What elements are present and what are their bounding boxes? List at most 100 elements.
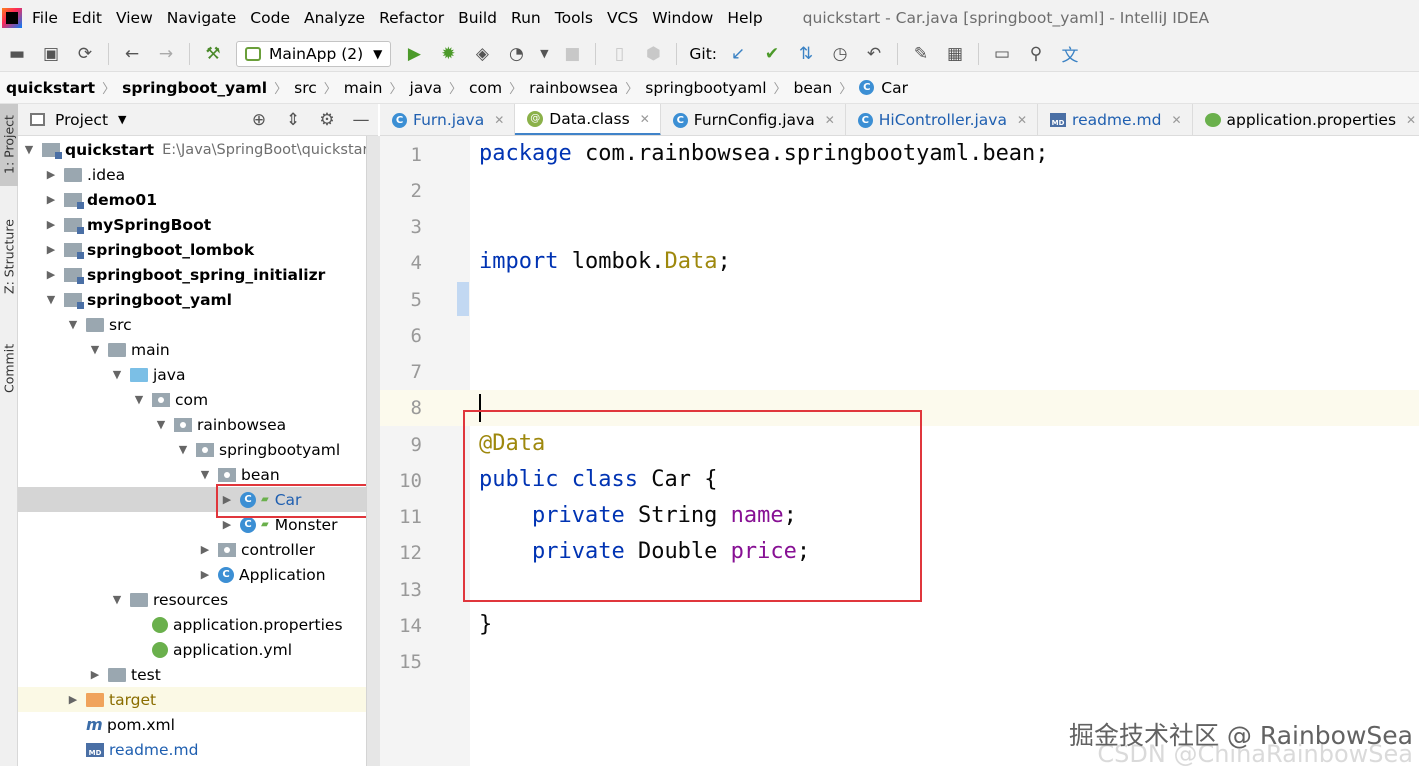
collapsed-arrow-icon[interactable]: ▶ — [44, 168, 58, 181]
menu-run[interactable]: Run — [511, 9, 541, 27]
breadcrumb-item[interactable]: bean — [794, 79, 833, 97]
breadcrumb-item[interactable]: springboot_yaml — [122, 79, 267, 97]
open-folder-icon[interactable]: ▬ — [5, 42, 29, 66]
close-icon[interactable]: ✕ — [494, 113, 504, 127]
breadcrumb-item[interactable]: main — [344, 79, 383, 97]
expanded-arrow-icon[interactable]: ▼ — [44, 293, 58, 306]
tree-item-springboot-spring-initializr[interactable]: ▶ springboot_spring_initializr — [18, 262, 378, 287]
tree-item-springboot-lombok[interactable]: ▶ springboot_lombok — [18, 237, 378, 262]
forward-arrow-icon[interactable]: → — [154, 42, 178, 66]
run-icon[interactable]: ▶ — [402, 42, 426, 66]
git-push-icon[interactable]: ⇅ — [794, 42, 818, 66]
tab-data-class[interactable]: @ Data.class ✕ — [515, 104, 661, 135]
tree-item-main[interactable]: ▼ main — [18, 337, 378, 362]
debug-bug-icon[interactable]: ✹ — [436, 42, 460, 66]
tree-item-quickstart[interactable]: ▼ quickstart E:\Java\SpringBoot\quickstar… — [18, 137, 378, 162]
tab-readme-md[interactable]: MD readme.md ✕ — [1038, 104, 1193, 135]
tree-item-com[interactable]: ▼ com — [18, 387, 378, 412]
tree-item-application-yml[interactable]: application.yml — [18, 637, 378, 662]
collapsed-arrow-icon[interactable]: ▶ — [198, 543, 212, 556]
rollback-icon[interactable]: ↶ — [862, 42, 886, 66]
close-icon[interactable]: ✕ — [1406, 113, 1416, 127]
tab-hicontroller-java[interactable]: C HiController.java ✕ — [846, 104, 1039, 135]
close-icon[interactable]: ✕ — [825, 113, 835, 127]
close-icon[interactable]: ✕ — [1017, 113, 1027, 127]
tool-tab-commit[interactable]: Commit — [0, 332, 18, 404]
tab-furn-java[interactable]: C Furn.java ✕ — [380, 104, 516, 135]
breadcrumb-item[interactable]: java — [410, 79, 442, 97]
tree-item-controller[interactable]: ▶ controller — [18, 537, 378, 562]
collapsed-arrow-icon[interactable]: ▶ — [44, 243, 58, 256]
menu-code[interactable]: Code — [250, 9, 290, 27]
translate-icon[interactable]: 文 — [1058, 42, 1082, 66]
tree-item-target[interactable]: ▶ target — [18, 687, 378, 712]
tree-item-rainbowsea[interactable]: ▼ rainbowsea — [18, 412, 378, 437]
git-commit-icon[interactable]: ✔ — [760, 42, 784, 66]
tree-item-myspringboot[interactable]: ▶ mySpringBoot — [18, 212, 378, 237]
collapsed-arrow-icon[interactable]: ▶ — [88, 668, 102, 681]
code-editor[interactable]: package com.rainbowsea.springbootyaml.be… — [463, 136, 1419, 766]
save-all-icon[interactable]: ▣ — [39, 42, 63, 66]
tree-item-application[interactable]: ▶ C Application — [18, 562, 378, 587]
menu-navigate[interactable]: Navigate — [167, 9, 237, 27]
back-arrow-icon[interactable]: ← — [120, 42, 144, 66]
presentation-icon[interactable]: ▭ — [990, 42, 1014, 66]
tree-item-application-properties[interactable]: application.properties — [18, 612, 378, 637]
close-icon[interactable]: ✕ — [1171, 113, 1181, 127]
tree-item-test[interactable]: ▶ test — [18, 662, 378, 687]
menu-edit[interactable]: Edit — [72, 9, 102, 27]
collapsed-arrow-icon[interactable]: ▶ — [44, 193, 58, 206]
expanded-arrow-icon[interactable]: ▼ — [176, 443, 190, 456]
tool-tab-project[interactable]: 1: Project — [0, 104, 18, 186]
menu-tools[interactable]: Tools — [555, 9, 593, 27]
menu-view[interactable]: View — [116, 9, 153, 27]
tree-item-springboot-yaml[interactable]: ▼ springboot_yaml — [18, 287, 378, 312]
synchronize-icon[interactable]: ⟳ — [73, 42, 97, 66]
menu-file[interactable]: File — [32, 9, 58, 27]
project-view-selector[interactable]: Project ▼ — [30, 111, 127, 129]
expanded-arrow-icon[interactable]: ▼ — [66, 318, 80, 331]
close-icon[interactable]: ✕ — [640, 112, 650, 126]
chevron-down-icon[interactable]: ▼ — [538, 42, 550, 66]
run-with-coverage-icon[interactable]: ◈ — [470, 42, 494, 66]
git-update-icon[interactable]: ↙ — [726, 42, 750, 66]
tree-item-readme-md[interactable]: MD readme.md — [18, 737, 378, 762]
breadcrumb-item[interactable]: com — [469, 79, 502, 97]
collapsed-arrow-icon[interactable]: ▶ — [198, 568, 212, 581]
menu-refactor[interactable]: Refactor — [379, 9, 444, 27]
history-clock-icon[interactable]: ◷ — [828, 42, 852, 66]
locate-crosshair-icon[interactable]: ⊕ — [247, 108, 271, 132]
tab-furnconfig-java[interactable]: C FurnConfig.java ✕ — [661, 104, 846, 135]
collapsed-arrow-icon[interactable]: ▶ — [44, 268, 58, 281]
expanded-arrow-icon[interactable]: ▼ — [110, 368, 124, 381]
attach-debugger-icon[interactable]: ▯ — [607, 42, 631, 66]
expanded-arrow-icon[interactable]: ▼ — [110, 593, 124, 606]
tree-item-java[interactable]: ▼ java — [18, 362, 378, 387]
menu-help[interactable]: Help — [727, 9, 762, 27]
stop-icon[interactable]: ■ — [560, 42, 584, 66]
tool-tab-structure[interactable]: Z: Structure — [0, 212, 18, 302]
tree-item-pom-xml[interactable]: m pom.xml — [18, 712, 378, 737]
menu-window[interactable]: Window — [652, 9, 713, 27]
tree-item-springbootyaml[interactable]: ▼ springbootyaml — [18, 437, 378, 462]
expanded-arrow-icon[interactable]: ▼ — [154, 418, 168, 431]
project-structure-icon[interactable]: ▦ — [943, 42, 967, 66]
breadcrumb-item[interactable]: quickstart — [6, 79, 95, 97]
menu-analyze[interactable]: Analyze — [304, 9, 365, 27]
hide-panel-icon[interactable]: — — [349, 108, 373, 132]
collapsed-arrow-icon[interactable]: ▶ — [66, 693, 80, 706]
collapsed-arrow-icon[interactable]: ▶ — [44, 218, 58, 231]
tab-application-properties[interactable]: application.properties ✕ — [1193, 104, 1419, 135]
expanded-arrow-icon[interactable]: ▼ — [132, 393, 146, 406]
run-configuration-dropdown[interactable]: MainApp (2) ▼ — [236, 40, 392, 67]
breadcrumb-item[interactable]: src — [294, 79, 317, 97]
menu-vcs[interactable]: VCS — [607, 9, 638, 27]
breadcrumb-item[interactable]: rainbowsea — [529, 79, 618, 97]
settings-wrench-icon[interactable]: ✎ — [909, 42, 933, 66]
expanded-arrow-icon[interactable]: ▼ — [198, 468, 212, 481]
expanded-arrow-icon[interactable]: ▼ — [88, 343, 102, 356]
collapse-all-icon[interactable]: ⇕ — [281, 108, 305, 132]
build-hammer-icon[interactable]: ⚒ — [201, 42, 225, 66]
collapsed-arrow-icon[interactable]: ▶ — [220, 518, 234, 531]
menu-build[interactable]: Build — [458, 9, 497, 27]
